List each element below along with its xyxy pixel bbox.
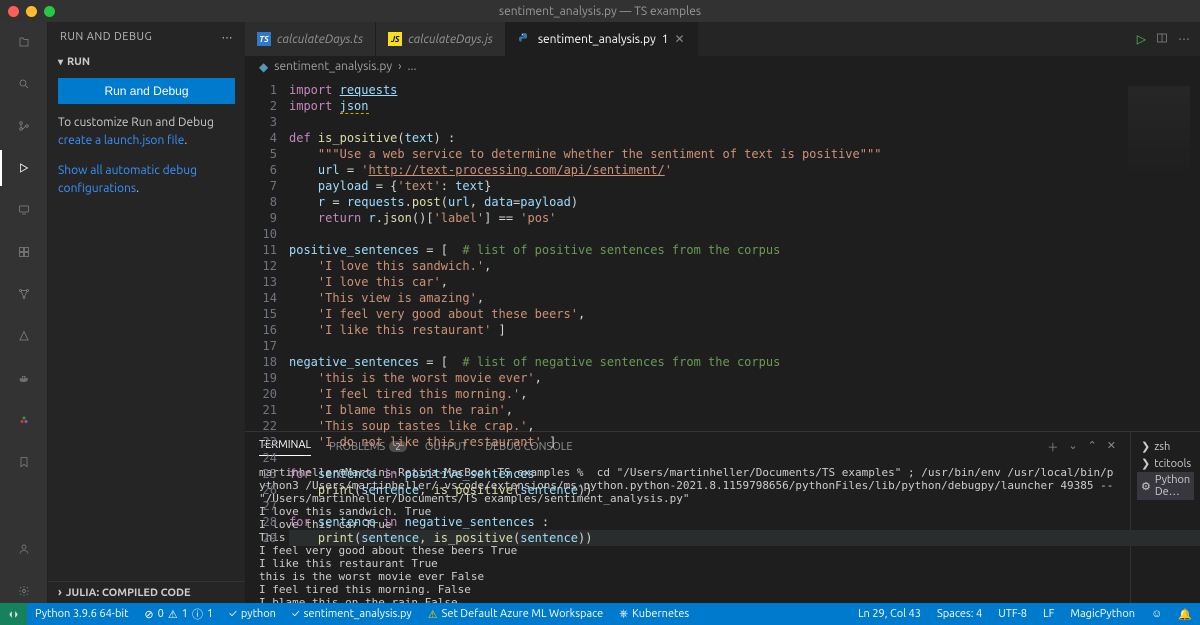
kubernetes-icon: ⎈ [619, 608, 628, 621]
docker-icon[interactable] [12, 366, 36, 390]
dirty-indicator: 1 [662, 33, 669, 46]
close-tab-icon[interactable]: ✕ [675, 32, 685, 46]
settings-icon[interactable] [12, 579, 36, 603]
eol[interactable]: LF [1035, 608, 1062, 620]
minimize-icon[interactable] [26, 6, 37, 17]
code-editor[interactable]: 1234567891011121314151617181920212223242… [245, 78, 1200, 550]
js-file-icon: JS [388, 32, 402, 46]
python-interpreter[interactable]: Python 3.9.6 64-bit [27, 603, 136, 625]
extensions-icon[interactable] [12, 240, 36, 264]
indentation[interactable]: Spaces: 4 [929, 608, 990, 620]
language-mode[interactable]: MagicPython [1062, 608, 1143, 620]
sidebar: RUN AND DEBUG ⋯ RUN Run and Debug To cus… [48, 22, 245, 603]
run-section-header[interactable]: RUN [58, 52, 235, 72]
azure-ml-status[interactable]: ⚠Set Default Azure ML Workspace [420, 603, 612, 625]
problems-counter[interactable]: ⊘ 0 ⚠ 1 ⓘ 1 [136, 603, 221, 625]
create-launch-link[interactable]: create a launch.json file [58, 134, 184, 147]
source-control-icon[interactable] [12, 114, 36, 138]
status-bar: Python 3.9.6 64-bit ⊘ 0 ⚠ 1 ⓘ 1 ✓python … [0, 603, 1200, 625]
close-icon[interactable] [8, 6, 19, 17]
julia-compiled-section[interactable]: JULIA: COMPILED CODE [48, 581, 245, 603]
check-icon: ✓ [229, 608, 237, 620]
activity-bar [0, 22, 48, 603]
editor-area: TS calculateDays.ts JS calculateDays.js … [245, 22, 1200, 603]
account-icon[interactable] [12, 537, 36, 561]
run-debug-icon[interactable] [12, 156, 36, 180]
maximize-icon[interactable] [44, 6, 55, 17]
graph-icon[interactable] [12, 282, 36, 306]
julia-icon[interactable] [12, 408, 36, 432]
tab-calculateDays-js[interactable]: JS calculateDays.js [376, 22, 506, 56]
feedback-icon[interactable]: ☺ [1143, 608, 1170, 620]
python-file-icon: ◆ [259, 60, 268, 74]
cursor-position[interactable]: Ln 29, Col 43 [850, 608, 929, 620]
remote-explorer-icon[interactable] [12, 198, 36, 222]
search-icon[interactable] [12, 72, 36, 96]
git-branch[interactable]: ✓python [221, 603, 284, 625]
status-file[interactable]: ✓sentiment_analysis.py [284, 603, 420, 625]
tab-calculateDays-ts[interactable]: TS calculateDays.ts [245, 22, 376, 56]
more-icon[interactable]: ⋯ [222, 31, 234, 44]
remote-indicator[interactable] [0, 603, 27, 625]
kubernetes-status[interactable]: ⎈Kubernetes [611, 603, 697, 625]
tab-sentiment-analysis[interactable]: sentiment_analysis.py 1 ✕ [506, 22, 698, 56]
split-editor-icon[interactable] [1156, 32, 1168, 47]
encoding[interactable]: UTF-8 [990, 608, 1035, 620]
minimap[interactable] [1120, 78, 1200, 238]
explorer-icon[interactable] [12, 30, 36, 54]
run-debug-button[interactable]: Run and Debug [58, 78, 235, 104]
sidebar-helptext-1: To customize Run and Debug create a laun… [58, 114, 235, 150]
azure-icon[interactable] [12, 324, 36, 348]
window-controls [8, 6, 55, 17]
warning-icon: ⚠ [428, 608, 438, 621]
notifications-icon[interactable]: 🔔 [1170, 608, 1200, 621]
titlebar: sentiment_analysis.py — TS examples [0, 0, 1200, 22]
show-auto-configs-link[interactable]: Show all automatic debug configurations [58, 164, 197, 195]
breadcrumb[interactable]: ◆ sentiment_analysis.py › ... [245, 56, 1200, 78]
python-file-icon [518, 32, 532, 46]
editor-more-icon[interactable]: ⋯ [1178, 32, 1190, 46]
run-file-icon[interactable]: ▷ [1137, 32, 1146, 46]
ts-file-icon: TS [257, 32, 271, 46]
sidebar-title: RUN AND DEBUG [60, 31, 152, 43]
bookmark-icon[interactable] [12, 450, 36, 474]
check-icon: ✓ [292, 608, 300, 620]
window-title: sentiment_analysis.py — TS examples [499, 5, 701, 18]
editor-tabs: TS calculateDays.ts JS calculateDays.js … [245, 22, 1200, 56]
